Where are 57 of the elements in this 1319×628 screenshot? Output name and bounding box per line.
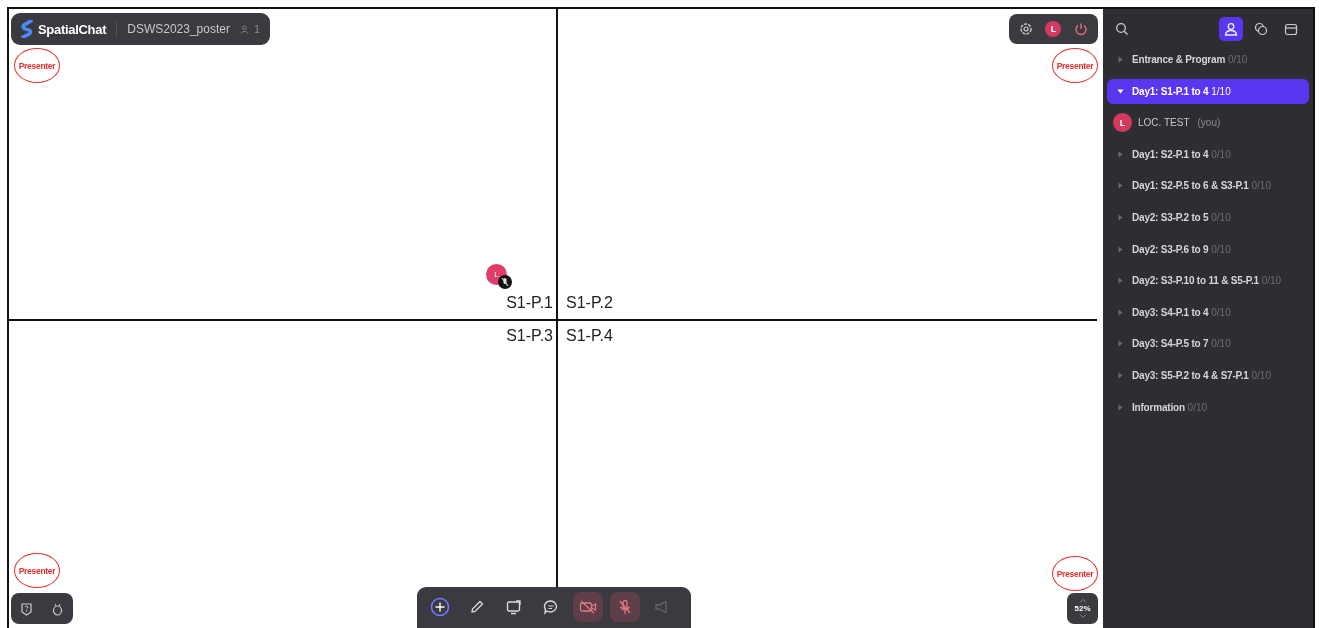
people-tab[interactable] <box>1219 17 1243 41</box>
power-icon[interactable] <box>1073 22 1088 36</box>
app-name: SpatialChat <box>38 21 107 37</box>
help-icon[interactable] <box>20 601 33 616</box>
mic-button[interactable] <box>610 592 640 622</box>
chevron-up-icon <box>1078 599 1087 603</box>
room-name: DSWS2023_poster <box>127 22 230 36</box>
room-item[interactable]: Day2: S3-P.2 to 5 0/10 <box>1107 204 1309 230</box>
room-item[interactable]: Entrance & Program 0/10 <box>1107 47 1309 72</box>
caret-icon <box>1117 245 1124 253</box>
mic-off-icon <box>617 599 633 615</box>
chat-bubbles-icon <box>1254 22 1268 36</box>
room-item[interactable]: Information 0/10 <box>1107 394 1309 420</box>
room-item[interactable]: Day1: S1-P.1 to 4 1/10 <box>1107 78 1309 104</box>
room-item[interactable]: Day1: S2-P.1 to 4 0/10 <box>1107 141 1309 167</box>
pencil-icon <box>469 599 485 615</box>
calendar-icon <box>1284 22 1298 36</box>
user-avatar[interactable]: L <box>1045 21 1062 37</box>
room-item[interactable]: Day2: S3-P.6 to 9 0/10 <box>1107 236 1309 262</box>
member-avatar: L <box>1113 113 1132 133</box>
person-icon <box>239 24 249 34</box>
caret-icon <box>1117 56 1124 63</box>
chat-icon <box>543 599 559 615</box>
caret-icon <box>1117 340 1124 348</box>
member-name: LOC. TEST <box>1138 117 1190 129</box>
room-item[interactable]: Day3: S5-P.2 to 4 & S7-P.1 0/10 <box>1107 362 1309 388</box>
camera-button[interactable] <box>573 592 603 622</box>
zoom-level: 52% <box>1074 604 1091 613</box>
caret-icon <box>1117 87 1124 95</box>
participant-count: 1 <box>253 23 261 35</box>
room-item[interactable]: Day3: S4-P.1 to 4 0/10 <box>1107 299 1309 325</box>
caret-icon <box>1117 371 1124 379</box>
bug-icon[interactable] <box>51 601 64 616</box>
person-icon <box>1224 22 1238 36</box>
screen-share-icon <box>506 599 522 615</box>
caret-icon <box>1117 150 1124 158</box>
zone-label: S1-P.3 <box>506 327 553 345</box>
zoom-control[interactable]: 52% <box>1067 593 1098 624</box>
caret-icon <box>1117 277 1124 285</box>
member-note: (you) <box>1197 117 1221 129</box>
zone-label: S1-P.1 <box>506 294 553 312</box>
room-item[interactable]: Day1: S2-P.5 to 6 & S3-P.1 0/10 <box>1107 173 1309 199</box>
room-item[interactable]: Day2: S3-P.10 to 11 & S5-P.1 0/10 <box>1107 268 1309 294</box>
caret-icon <box>1117 213 1124 221</box>
caret-icon <box>1117 308 1124 316</box>
zone-label: S1-P.2 <box>566 294 613 312</box>
caret-icon <box>1117 182 1124 190</box>
caret-icon <box>1117 403 1124 411</box>
megaphone-icon <box>654 599 670 615</box>
zone-label: S1-P.4 <box>566 327 613 345</box>
search-icon[interactable] <box>1115 22 1129 36</box>
settings-icon[interactable] <box>1019 22 1034 36</box>
plus-icon <box>430 597 450 617</box>
chevron-down-icon <box>1078 614 1087 618</box>
camera-off-icon <box>579 599 597 615</box>
logo-icon <box>21 20 33 38</box>
room-item[interactable]: Day3: S4-P.5 to 7 0/10 <box>1107 331 1309 357</box>
